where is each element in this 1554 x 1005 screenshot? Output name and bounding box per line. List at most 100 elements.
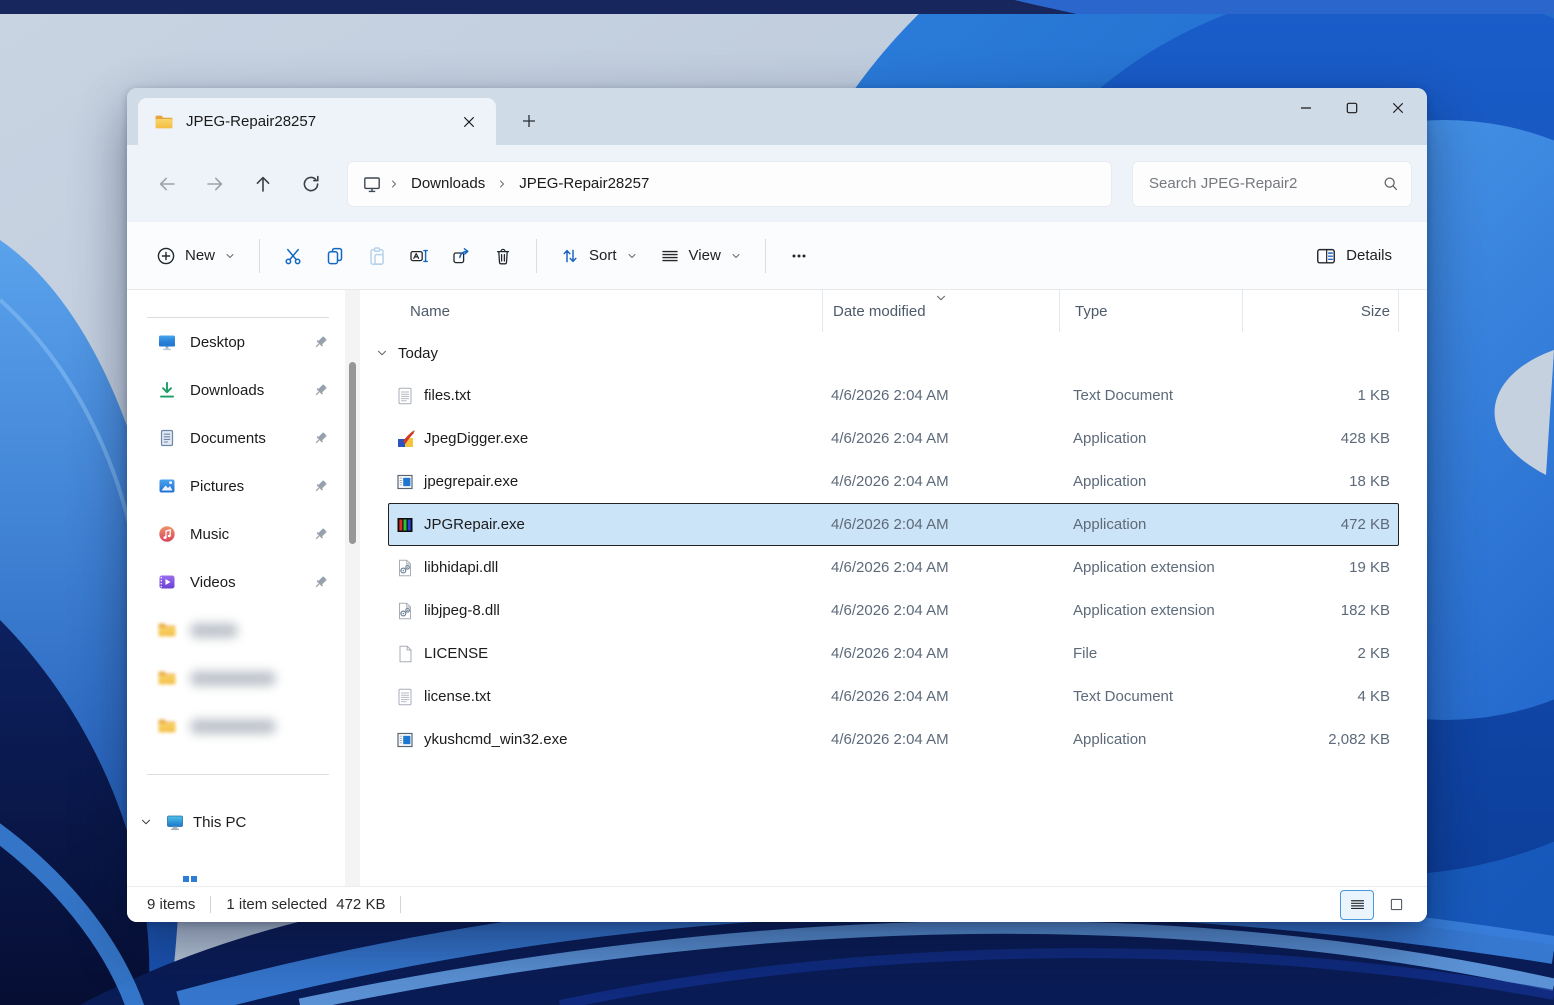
file-date: 4/6/2026 2:04 AM (831, 559, 949, 576)
forward-button[interactable] (195, 164, 235, 204)
folder-icon (157, 668, 177, 688)
sidebar-item-music[interactable]: Music (127, 510, 345, 558)
jpegdigger-app-icon (395, 429, 415, 449)
sidebar-item-this-pc[interactable]: This PC (127, 798, 345, 846)
tab-jpeg-repair28257[interactable]: JPEG-Repair28257 (138, 98, 496, 145)
close-icon (1392, 102, 1404, 114)
plus-icon (523, 115, 535, 127)
file-name: JPGRepair.exe (424, 516, 525, 533)
minimize-icon (1300, 102, 1312, 114)
sidebar-item-redacted-folder[interactable] (127, 606, 345, 654)
sidebar-item-documents[interactable]: Documents (127, 414, 345, 462)
back-button[interactable] (147, 164, 187, 204)
file-row-license[interactable]: LICENSE 4/6/2026 2:04 AM File 2 KB (388, 632, 1399, 675)
toolbar-separator (764, 238, 766, 273)
file-date: 4/6/2026 2:04 AM (831, 645, 949, 662)
pin-icon (312, 526, 329, 543)
details-pane-button[interactable]: Details (1304, 236, 1403, 276)
new-tab-button[interactable] (513, 105, 545, 137)
up-button[interactable] (243, 164, 283, 204)
file-type: File (1073, 645, 1098, 662)
delete-button[interactable] (482, 237, 524, 275)
text-file-icon (395, 386, 415, 406)
details-pane-icon (1315, 245, 1337, 267)
column-header-type[interactable]: Type (1059, 290, 1242, 332)
column-header-date-modified[interactable]: Date modified (822, 290, 1059, 332)
pictures-icon (157, 476, 177, 496)
breadcrumb-downloads[interactable]: Downloads (402, 170, 494, 197)
pin-icon (312, 382, 329, 399)
file-row-jpgrepair-exe-selected[interactable]: JPGRepair.exe 4/6/2026 2:04 AM Applicati… (388, 503, 1399, 546)
close-button[interactable] (1375, 88, 1421, 128)
file-type: Application (1073, 731, 1147, 748)
file-type: Application (1073, 473, 1147, 490)
sidebar-item-redacted-folder[interactable] (127, 702, 345, 750)
file-size: 428 KB (1340, 430, 1390, 447)
details-view-toggle[interactable] (1340, 889, 1374, 920)
group-header-today[interactable]: Today (360, 332, 1399, 374)
scrollbar-thumb[interactable] (349, 362, 356, 544)
chevron-down-icon[interactable] (139, 815, 153, 829)
sidebar-item-label: Downloads (190, 381, 265, 399)
file-type: Application extension (1073, 602, 1215, 619)
file-row-jpegdigger-exe[interactable]: JpegDigger.exe 4/6/2026 2:04 AM Applicat… (388, 417, 1399, 460)
file-date: 4/6/2026 2:04 AM (831, 387, 949, 404)
breadcrumb: Downloads JPEG-Repair28257 (347, 160, 1112, 207)
column-header-size[interactable]: Size (1242, 290, 1399, 332)
file-row-libjpeg-8-dll[interactable]: libjpeg-8.dll 4/6/2026 2:04 AM Applicati… (388, 589, 1399, 632)
tab-bar: JPEG-Repair28257 (127, 88, 1427, 145)
pin-icon (312, 430, 329, 447)
breadcrumb-current-folder[interactable]: JPEG-Repair28257 (510, 170, 658, 197)
details-view-icon (1349, 896, 1366, 913)
file-name: libhidapi.dll (424, 559, 499, 576)
file-name: LICENSE (424, 645, 489, 662)
cut-button[interactable] (272, 237, 314, 275)
close-icon (463, 116, 475, 128)
sidebar-scrollbar[interactable] (345, 290, 360, 886)
search-input[interactable] (1149, 175, 1382, 192)
sort-descending-caret-icon (934, 291, 948, 305)
file-type: Text Document (1073, 387, 1174, 404)
maximize-button[interactable] (1329, 88, 1375, 128)
folder-icon (157, 716, 177, 736)
details-label: Details (1346, 247, 1392, 264)
file-row-jpegrepair-exe[interactable]: jpegrepair.exe 4/6/2026 2:04 AM Applicat… (388, 460, 1399, 503)
column-header-name[interactable]: Name (360, 290, 822, 332)
view-button[interactable]: View (649, 237, 753, 275)
file-name: jpegrepair.exe (424, 473, 519, 490)
paste-button-disabled[interactable] (356, 237, 398, 275)
sort-button[interactable]: Sort (549, 237, 649, 275)
file-row-ykushcmd-win32-exe[interactable]: ykushcmd_win32.exe 4/6/2026 2:04 AM Appl… (388, 718, 1399, 761)
copy-button[interactable] (314, 237, 356, 275)
sidebar-item-desktop[interactable]: Desktop (127, 318, 345, 366)
file-name: license.txt (424, 688, 491, 705)
large-icons-view-toggle[interactable] (1379, 890, 1413, 920)
file-size: 2 KB (1357, 645, 1390, 662)
tab-close-button[interactable] (454, 107, 484, 137)
this-pc-monitor-icon[interactable] (362, 174, 382, 194)
toolbar-separator (536, 238, 538, 273)
search-icon[interactable] (1382, 175, 1399, 192)
refresh-button[interactable] (291, 164, 331, 204)
sidebar-item-pictures[interactable]: Pictures (127, 462, 345, 510)
main-area: Desktop Downloads Documents Pictures Mus… (127, 290, 1427, 886)
search-box (1132, 160, 1412, 207)
file-type: Application (1073, 516, 1147, 533)
share-button[interactable] (440, 237, 482, 275)
new-button[interactable]: New (145, 237, 247, 275)
rename-button[interactable] (398, 237, 440, 275)
sidebar-item-redacted-folder[interactable] (127, 654, 345, 702)
minimize-button[interactable] (1283, 88, 1329, 128)
sidebar-item-downloads[interactable]: Downloads (127, 366, 345, 414)
new-label: New (185, 247, 216, 264)
sidebar-item-label: Pictures (190, 477, 245, 495)
chevron-down-icon (224, 250, 236, 262)
file-row-license-txt[interactable]: license.txt 4/6/2026 2:04 AM Text Docume… (388, 675, 1399, 718)
more-options-button[interactable] (778, 237, 820, 275)
file-row-files-txt[interactable]: files.txt 4/6/2026 2:04 AM Text Document… (388, 374, 1399, 417)
blank-file-icon (395, 644, 415, 664)
file-row-libhidapi-dll[interactable]: libhidapi.dll 4/6/2026 2:04 AM Applicati… (388, 546, 1399, 589)
sidebar-item-videos[interactable]: Videos (127, 558, 345, 606)
file-date: 4/6/2026 2:04 AM (831, 430, 949, 447)
file-date: 4/6/2026 2:04 AM (831, 688, 949, 705)
